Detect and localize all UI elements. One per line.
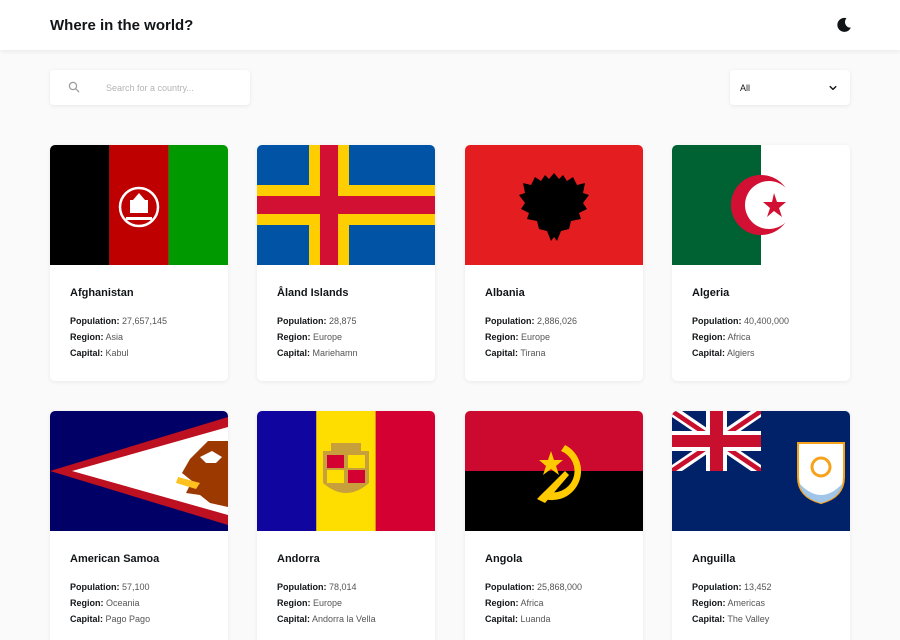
country-name: Anguilla [692,553,736,565]
capital-value: Luanda [520,614,551,624]
region-label: Region: [277,598,311,608]
population-value: 27,657,145 [122,316,168,326]
capital-value: Tirana [520,348,546,358]
capital-label: Capital: [692,348,726,358]
region-label: Region: [70,598,104,608]
dark-mode-toggle[interactable] [832,13,856,37]
region-value: Americas [727,598,766,608]
capital-value: Algiers [727,348,755,358]
population-value: 28,875 [329,316,357,326]
capital-label: Capital: [70,614,104,624]
country-card[interactable]: Andorra Population: 78,014 Region: Europ… [257,411,435,640]
country-name: Albania [485,287,525,299]
country-name: Andorra [277,553,320,565]
chevron-down-icon [828,83,838,93]
afghanistan-flag [50,145,228,265]
american-samoa-flag [50,411,228,531]
algeria-flag [672,145,850,265]
population-value: 2,886,026 [537,316,578,326]
capital-label: Capital: [70,348,104,358]
region-label: Region: [485,332,519,342]
population-label: Population: [70,316,120,326]
region-label: Region: [70,332,104,342]
region-value: Oceania [106,598,140,608]
region-label: Region: [277,332,311,342]
capital-label: Capital: [485,614,519,624]
capital-value: Pago Pago [105,614,151,624]
capital-label: Capital: [692,614,726,624]
moon-icon [837,17,851,32]
country-name: Afghanistan [70,287,134,299]
population-value: 25,868,000 [537,582,583,592]
capital-value: Mariehamn [312,348,358,358]
search-input[interactable] [106,82,246,93]
anguilla-flag [672,411,850,531]
population-label: Population: [277,582,327,592]
country-card[interactable]: Åland Islands Population: 28,875 Region:… [257,145,435,381]
region-filter-dropdown[interactable]: All [730,70,850,105]
capital-label: Capital: [485,348,519,358]
country-card[interactable]: Afghanistan Population: 27,657,145 Regio… [50,145,228,381]
albania-flag [465,145,643,265]
region-value: Africa [520,598,544,608]
capital-label: Capital: [277,348,311,358]
country-name: Åland Islands [277,287,349,299]
search-box[interactable] [50,70,250,105]
population-label: Population: [692,582,742,592]
population-label: Population: [277,316,327,326]
region-value: Europe [521,332,551,342]
population-label: Population: [692,316,742,326]
country-card[interactable]: American Samoa Population: 57,100 Region… [50,411,228,640]
region-label: Region: [485,598,519,608]
region-value: Asia [105,332,124,342]
population-value: 78,014 [329,582,357,592]
region-label: Region: [692,332,726,342]
population-label: Population: [485,582,535,592]
country-name: Algeria [692,287,730,299]
country-name: American Samoa [70,553,160,565]
region-label: Region: [692,598,726,608]
search-icon [68,81,82,95]
region-value: Africa [727,332,751,342]
aland-islands-flag [257,145,435,265]
country-card[interactable]: Albania Population: 2,886,026 Region: Eu… [465,145,643,381]
angola-flag [465,411,643,531]
population-label: Population: [70,582,120,592]
country-card[interactable]: Algeria Population: 40,400,000 Region: A… [672,145,850,381]
page-title: Where in the world? [50,16,194,34]
country-card[interactable]: Angola Population: 25,868,000 Region: Af… [465,411,643,640]
population-value: 57,100 [122,582,150,592]
population-value: 40,400,000 [744,316,790,326]
top-header: Where in the world? [0,0,900,50]
region-value: Europe [313,598,343,608]
capital-label: Capital: [277,614,311,624]
country-name: Angola [485,553,523,565]
population-value: 13,452 [744,582,772,592]
country-card[interactable]: Anguilla Population: 13,452 Region: Amer… [672,411,850,640]
andorra-flag [257,411,435,531]
capital-value: Andorra la Vella [312,614,376,624]
population-label: Population: [485,316,535,326]
capital-value: The Valley [727,614,770,624]
capital-value: Kabul [105,348,129,358]
region-filter-value: All [740,82,751,93]
region-value: Europe [313,332,343,342]
